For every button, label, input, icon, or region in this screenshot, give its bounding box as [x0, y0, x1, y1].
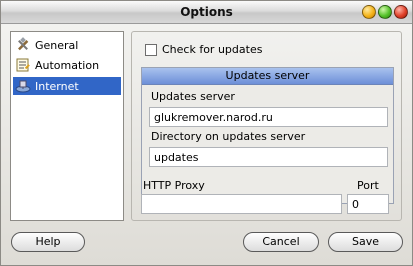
updates-server-header: Updates server	[142, 68, 393, 85]
check-for-updates-row[interactable]: Check for updates	[145, 43, 262, 56]
directory-input[interactable]	[149, 147, 388, 167]
network-icon	[15, 78, 31, 94]
options-category-list: General Automation Internet	[10, 31, 124, 221]
nav-item-general[interactable]: General	[13, 36, 121, 54]
cancel-button[interactable]: Cancel	[243, 232, 319, 252]
http-proxy-input[interactable]	[141, 194, 342, 214]
nav-item-label: General	[35, 38, 79, 52]
window-title: Options	[180, 5, 233, 19]
nav-item-label: Internet	[35, 79, 79, 93]
directory-label: Directory on updates server	[151, 130, 306, 143]
script-icon	[15, 57, 31, 73]
close-button[interactable]	[394, 5, 408, 19]
title-bar[interactable]: Options	[1, 1, 412, 24]
maximize-button[interactable]	[378, 5, 392, 19]
updates-server-input[interactable]	[149, 107, 388, 127]
tools-icon	[15, 37, 31, 53]
port-input[interactable]	[347, 194, 389, 214]
internet-settings-panel: Check for updates Updates server Updates…	[131, 31, 402, 221]
help-button[interactable]: Help	[11, 232, 85, 252]
http-proxy-label: HTTP Proxy	[143, 179, 205, 192]
nav-item-label: Automation	[35, 58, 100, 72]
server-label: Updates server	[151, 90, 235, 103]
options-window: Options General Automation Internet Chec…	[0, 0, 413, 266]
nav-item-internet[interactable]: Internet	[13, 77, 121, 95]
check-for-updates-checkbox[interactable]	[145, 43, 157, 56]
save-button[interactable]: Save	[328, 232, 403, 252]
check-for-updates-label: Check for updates	[162, 43, 263, 56]
port-label: Port	[357, 179, 379, 192]
minimize-button[interactable]	[362, 5, 376, 19]
nav-item-automation[interactable]: Automation	[13, 56, 121, 74]
